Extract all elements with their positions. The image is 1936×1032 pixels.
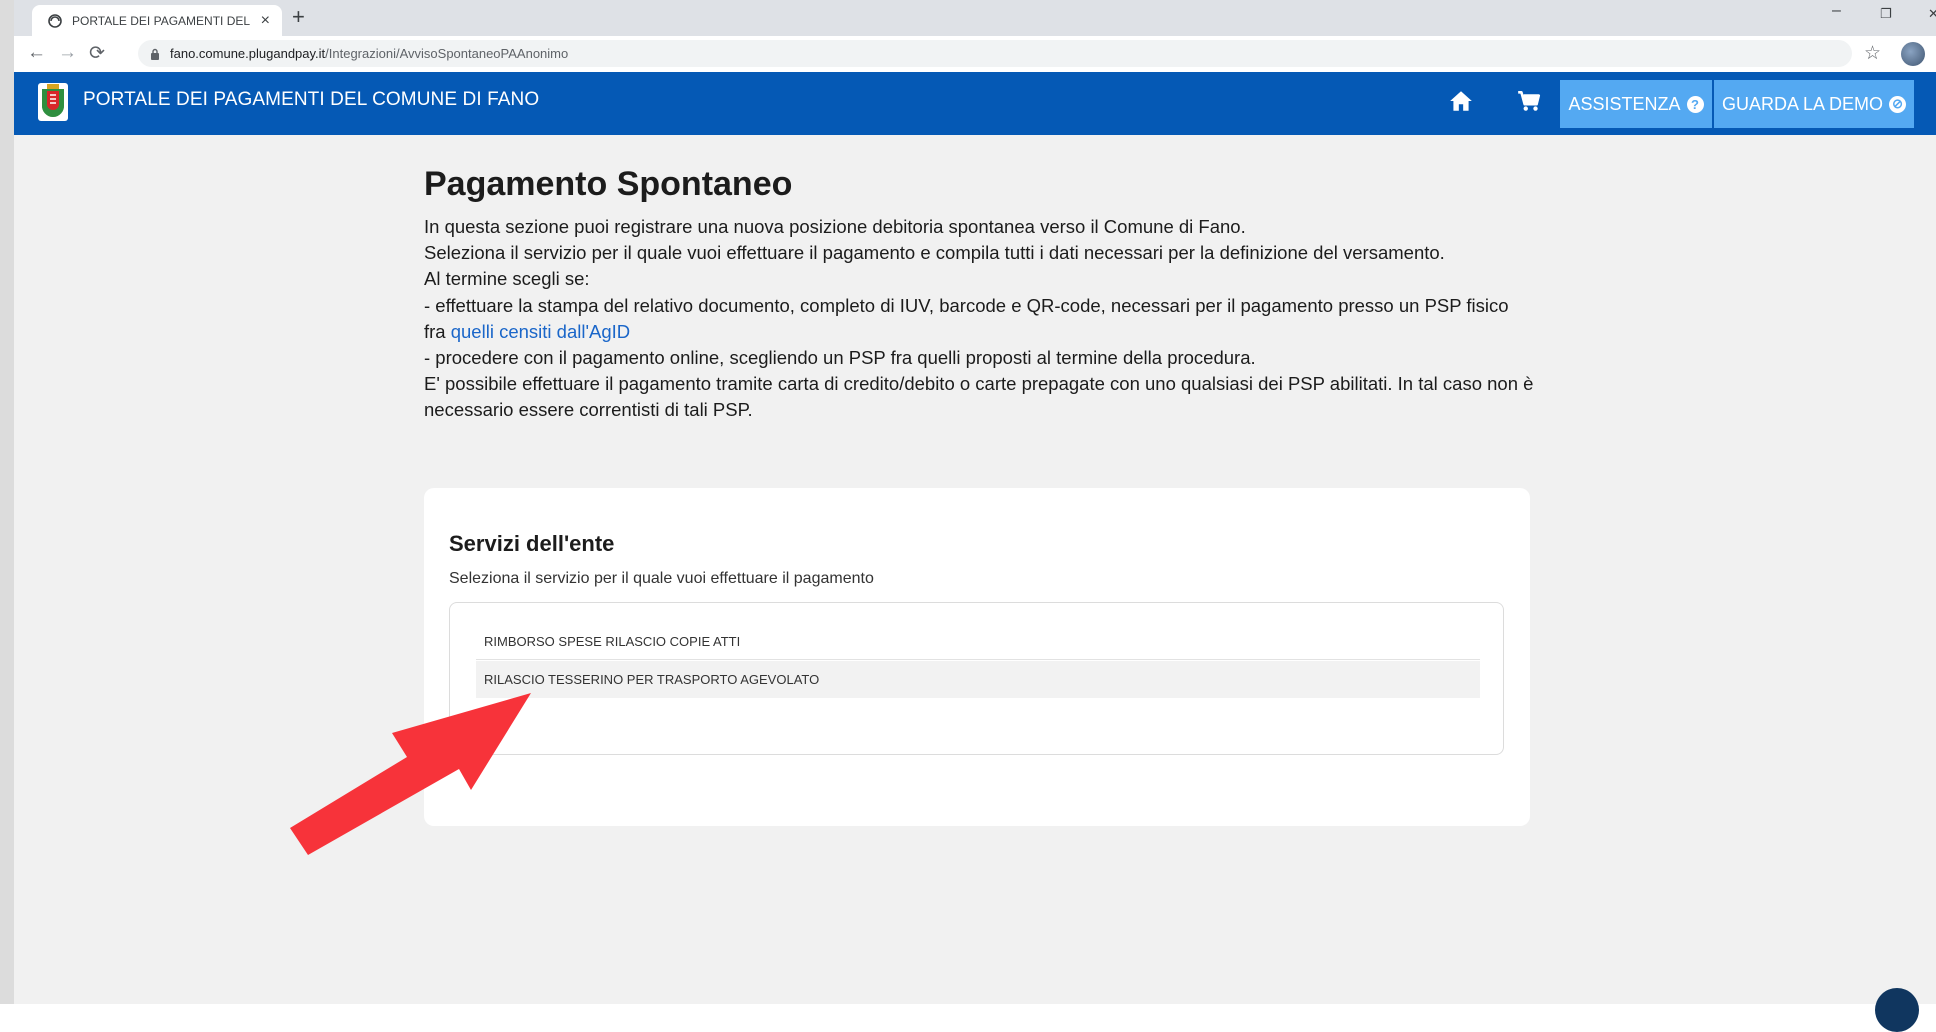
- play-circle-icon: ⊘: [1889, 95, 1907, 113]
- browser-toolbar: ← → ⟳ fano.comune.plugandpay.it/Integraz…: [14, 36, 1936, 73]
- page-content: Pagamento Spontaneo In questa sezione pu…: [14, 135, 1936, 1004]
- services-list: RIMBORSO SPESE RILASCIO COPIE ATTI RILAS…: [449, 602, 1504, 755]
- service-item-rimborso-spese[interactable]: RIMBORSO SPESE RILASCIO COPIE ATTI: [476, 623, 1480, 660]
- browser-tabstrip: PORTALE DEI PAGAMENTI DEL CO × + – ❐ ✕: [14, 0, 1936, 36]
- coat-of-arms-logo[interactable]: [38, 83, 68, 121]
- address-bar[interactable]: fano.comune.plugandpay.it/Integrazioni/A…: [138, 40, 1852, 67]
- service-item-tesserino-trasporto[interactable]: RILASCIO TESSERINO PER TRASPORTO AGEVOLA…: [476, 661, 1480, 698]
- bookmark-star-icon[interactable]: ☆: [1864, 42, 1881, 65]
- site-header: PORTALE DEI PAGAMENTI DEL COMUNE DI FANO…: [14, 72, 1936, 135]
- demo-label: GUARDA LA DEMO: [1721, 93, 1884, 114]
- services-subtitle: Seleziona il servizio per il quale vuoi …: [449, 570, 874, 587]
- intro-line: In questa sezione puoi registrare una nu…: [424, 216, 1246, 237]
- agid-psp-link[interactable]: quelli censiti dall'AgID: [451, 321, 630, 342]
- window-edge: [0, 0, 14, 1004]
- profile-avatar[interactable]: [1901, 42, 1925, 66]
- intro-line: - effettuare la stampa del relativo docu…: [424, 293, 1534, 345]
- intro-line: Seleziona il servizio per il quale vuoi …: [424, 242, 1445, 264]
- favicon-icon: [48, 13, 62, 28]
- assistenza-button[interactable]: ASSISTENZA ?: [1560, 80, 1712, 128]
- forward-icon[interactable]: →: [58, 42, 77, 64]
- site-title: PORTALE DEI PAGAMENTI DEL COMUNE DI FANO: [83, 89, 540, 110]
- new-tab-icon[interactable]: +: [292, 4, 305, 30]
- minimize-icon[interactable]: –: [1832, 2, 1841, 20]
- page-title: Pagamento Spontaneo: [424, 165, 793, 203]
- window-close-icon[interactable]: ✕: [1928, 6, 1936, 22]
- intro-line: - procedere con il pagamento online, sce…: [424, 347, 1256, 369]
- red-arrow-annotation: [290, 693, 531, 855]
- tab-title: PORTALE DEI PAGAMENTI DEL CO: [72, 13, 251, 28]
- browser-tab[interactable]: PORTALE DEI PAGAMENTI DEL CO ×: [32, 5, 282, 36]
- services-title: Servizi dell'ente: [449, 531, 615, 556]
- demo-button[interactable]: GUARDA LA DEMO ⊘: [1714, 80, 1914, 128]
- home-icon[interactable]: [1448, 88, 1474, 114]
- arrow-shape: [290, 693, 531, 855]
- reload-icon[interactable]: ⟳: [89, 42, 105, 65]
- url-path: /Integrazioni/AvvisoSpontaneoPAAnonimo: [325, 46, 569, 61]
- assistenza-label: ASSISTENZA: [1568, 93, 1681, 114]
- lock-icon: [151, 48, 159, 60]
- services-card: Servizi dell'ente Seleziona il servizio …: [424, 488, 1530, 826]
- question-icon: ?: [1686, 95, 1704, 113]
- cart-icon[interactable]: [1516, 88, 1542, 114]
- floating-action-button[interactable]: [1875, 988, 1919, 1032]
- maximize-icon[interactable]: ❐: [1880, 6, 1892, 22]
- intro-line: E' possibile effettuare il pagamento tra…: [424, 373, 1534, 421]
- intro-text: In questa sezione puoi registrare una nu…: [424, 214, 1534, 424]
- back-icon[interactable]: ←: [27, 42, 46, 64]
- url-host: fano.comune.plugandpay.it: [170, 46, 326, 61]
- tab-close-icon[interactable]: ×: [261, 12, 270, 30]
- intro-line: Al termine scegli se:: [424, 268, 590, 290]
- url-text: fano.comune.plugandpay.it/Integrazioni/A…: [170, 46, 568, 61]
